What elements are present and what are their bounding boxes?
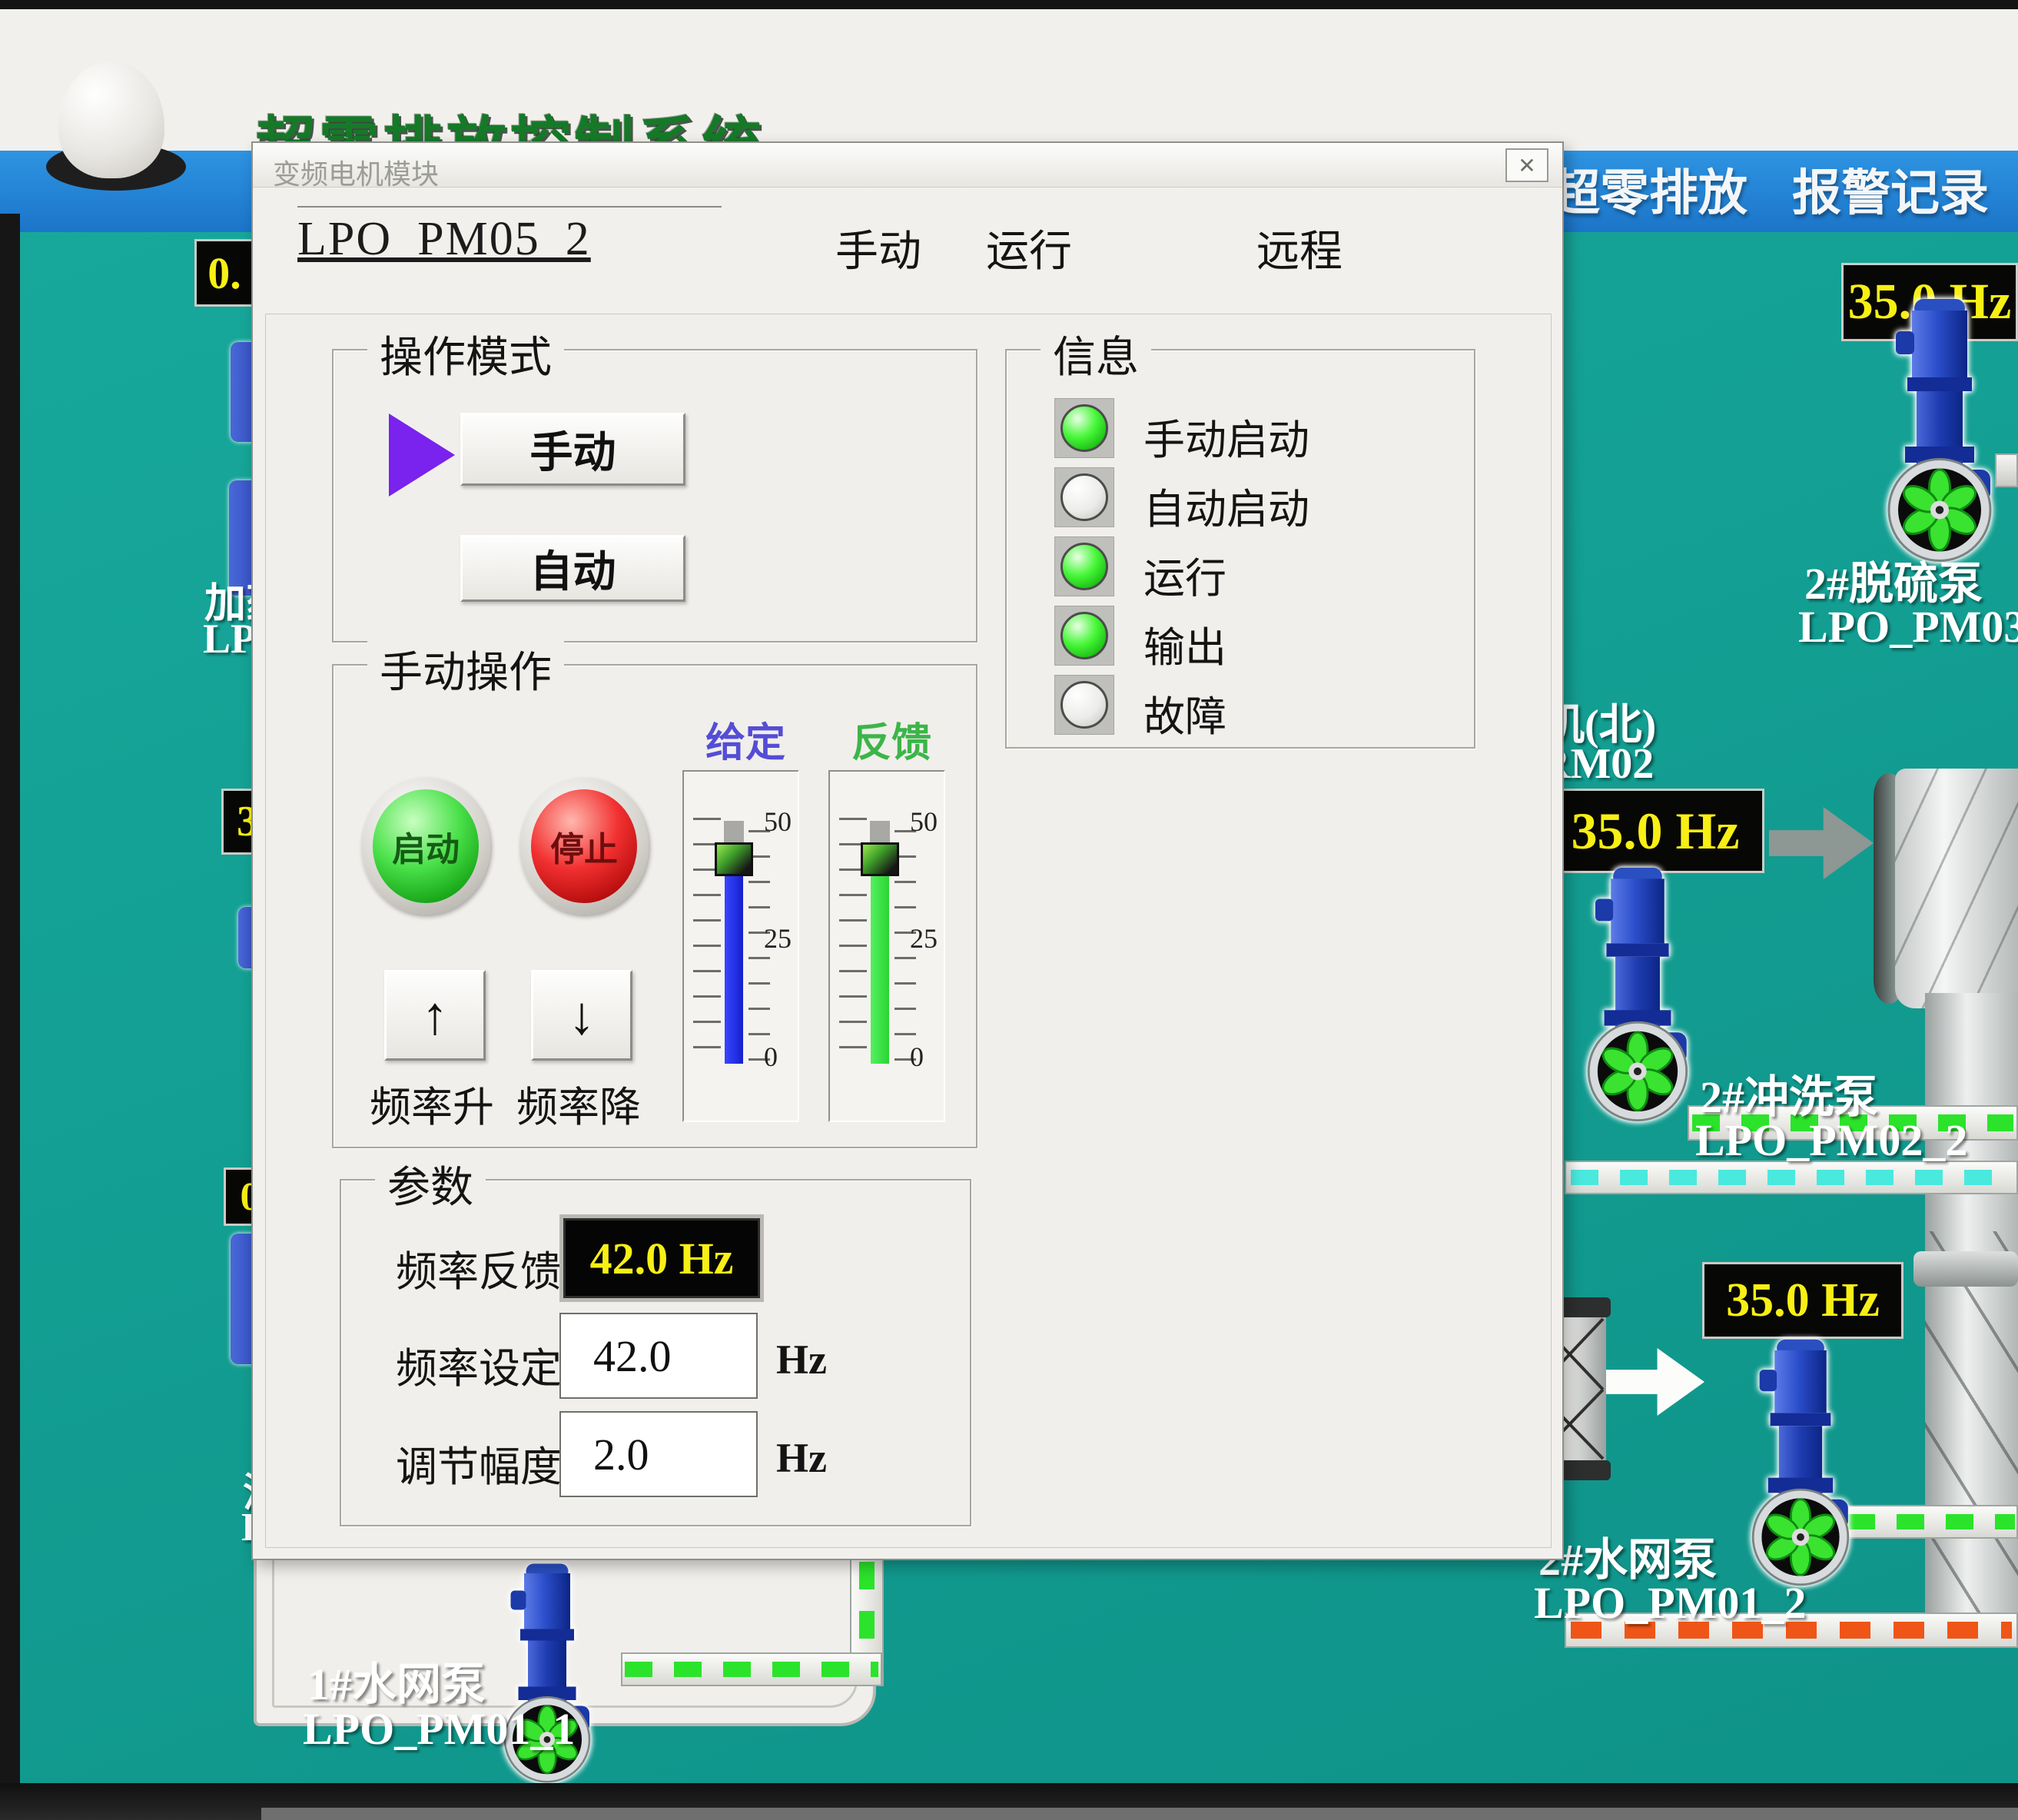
tick-50: 50 <box>910 805 947 838</box>
pump-desulf-tag: LPO_PM03_2 <box>1798 601 2018 653</box>
freq-setpoint-input[interactable]: 42.0 <box>559 1313 758 1399</box>
dialog-title: 变频电机模块 <box>273 152 439 192</box>
group-operation-mode: 操作模式 手动 自动 <box>332 349 977 643</box>
pipe-stub <box>1995 453 2018 487</box>
setpoint-slider[interactable]: 给定 50 25 0 <box>682 770 799 1122</box>
setpoint-slider-handle[interactable] <box>715 842 753 876</box>
pump-flush-graphic[interactable] <box>1582 865 1694 1124</box>
led-indicator-icon <box>1060 612 1108 659</box>
freq-display-water2: 35.0 Hz <box>1702 1262 1903 1339</box>
stop-button[interactable]: 停止 <box>531 789 637 903</box>
freq-setpoint-label: 频率设定 <box>396 1334 562 1395</box>
led-auto-start-label: 自动启动 <box>1143 475 1309 536</box>
setpoint-slider-label: 给定 <box>705 710 785 768</box>
feedback-slider-handle <box>861 842 899 876</box>
led-indicator-icon <box>1060 543 1108 590</box>
group-info-label: 信息 <box>1041 323 1151 385</box>
led-indicator-icon <box>1060 473 1108 521</box>
led-running-label: 运行 <box>1143 544 1226 605</box>
arrow-up-icon: ↑ <box>422 985 449 1046</box>
pump-water2-graphic[interactable] <box>1746 1337 1855 1588</box>
monitor-bezel <box>0 0 2018 9</box>
pump-flush-tag: LPO_PM02_2 <box>1695 1114 1967 1166</box>
led-indicator-icon <box>1060 681 1108 729</box>
duct-elbow <box>1895 769 2018 1008</box>
menu-item-remote[interactable]: 远程 <box>1256 217 1343 279</box>
group-parameters-label: 参数 <box>375 1153 486 1215</box>
pump-desulf-graphic[interactable] <box>1881 297 1998 564</box>
tab-zero-discharge[interactable]: 超零排放 <box>1551 154 1747 224</box>
dialog-titlebar[interactable]: 变频电机模块 ✕ <box>253 143 1562 188</box>
freq-down-label: 频率降 <box>516 1073 641 1134</box>
vfd-motor-dialog: 变频电机模块 ✕ LPO_PM05_2 手动 运行 远程 操作模式 手动 自动 … <box>251 141 1564 1560</box>
manual-mode-button[interactable]: 手动 <box>460 413 685 486</box>
close-icon[interactable]: ✕ <box>1505 148 1548 182</box>
led-indicator-icon <box>1060 404 1108 452</box>
feedback-slider-label: 反馈 <box>851 710 931 768</box>
freq-display-fan: 35.0 Hz <box>1546 789 1764 873</box>
start-button[interactable]: 启动 <box>373 789 479 903</box>
pump-water1-tag: LPO_PM01_1 <box>303 1703 575 1755</box>
freq-setpoint-unit: Hz <box>776 1336 827 1383</box>
freq-down-button[interactable]: ↓ <box>531 970 632 1061</box>
group-manual-operation-label: 手动操作 <box>367 638 564 700</box>
tab-alarm-log[interactable]: 报警记录 <box>1792 154 1989 224</box>
stop-button-ring: 停止 <box>519 778 649 915</box>
pump-water2-tag: LPO_PM01_2 <box>1534 1577 1806 1629</box>
tick-25: 25 <box>764 922 801 955</box>
group-info: 信息 手动启动 自动启动 运行 输出 故障 <box>1005 349 1475 749</box>
tick-0: 0 <box>910 1041 947 1073</box>
led-auto-start <box>1054 467 1114 527</box>
freq-feedback-label: 频率反馈 <box>396 1237 562 1298</box>
led-manual-start-label: 手动启动 <box>1143 406 1309 467</box>
tick-25: 25 <box>910 922 947 955</box>
tick-50: 50 <box>764 805 801 838</box>
feedback-slider: 反馈 50 25 0 <box>828 770 945 1122</box>
freq-up-button[interactable]: ↑ <box>384 970 486 1061</box>
led-running <box>1054 536 1114 596</box>
led-fault-label: 故障 <box>1143 682 1226 743</box>
menu-item-manual[interactable]: 手动 <box>835 217 921 279</box>
led-manual-start <box>1054 398 1114 458</box>
menu-item-run[interactable]: 运行 <box>986 217 1072 279</box>
mode-pointer-icon <box>389 413 455 497</box>
device-tag: LPO_PM05_2 <box>297 212 591 267</box>
group-parameters: 参数 频率反馈 42.0 Hz 频率设定 42.0 Hz 调节幅度 2.0 Hz <box>340 1179 971 1526</box>
scada-screen: 超零排放控制系统 超零排放 报警记录 35.0 Hz 2#脱硫泵 LPO_PM0… <box>0 0 2018 1820</box>
auto-mode-button[interactable]: 自动 <box>460 535 685 602</box>
freq-display-partial-top: 0. <box>194 239 254 307</box>
group-manual-operation: 手动操作 启动 停止 给定 50 25 0 反馈 <box>332 664 977 1148</box>
start-button-ring: 启动 <box>361 778 490 915</box>
tick-0: 0 <box>764 1041 801 1073</box>
monitor-bezel-edge <box>261 1808 2018 1820</box>
group-operation-mode-label: 操作模式 <box>367 323 564 385</box>
pipe-water1-discharge <box>621 1652 882 1686</box>
led-fault <box>1054 675 1114 735</box>
led-output-label: 输出 <box>1143 613 1226 674</box>
monitor-bezel <box>0 214 20 1820</box>
pipe-water2-discharge <box>1844 1505 2018 1539</box>
freq-feedback-display: 42.0 Hz <box>559 1214 764 1302</box>
adjust-step-input[interactable]: 2.0 <box>559 1411 758 1497</box>
arrow-down-icon: ↓ <box>569 985 596 1046</box>
adjust-step-unit: Hz <box>776 1434 827 1482</box>
led-output <box>1054 606 1114 666</box>
divider <box>297 206 722 208</box>
vessel-flange <box>1913 1251 2018 1287</box>
freq-up-label: 频率升 <box>370 1073 494 1134</box>
adjust-step-label: 调节幅度 <box>396 1433 562 1493</box>
